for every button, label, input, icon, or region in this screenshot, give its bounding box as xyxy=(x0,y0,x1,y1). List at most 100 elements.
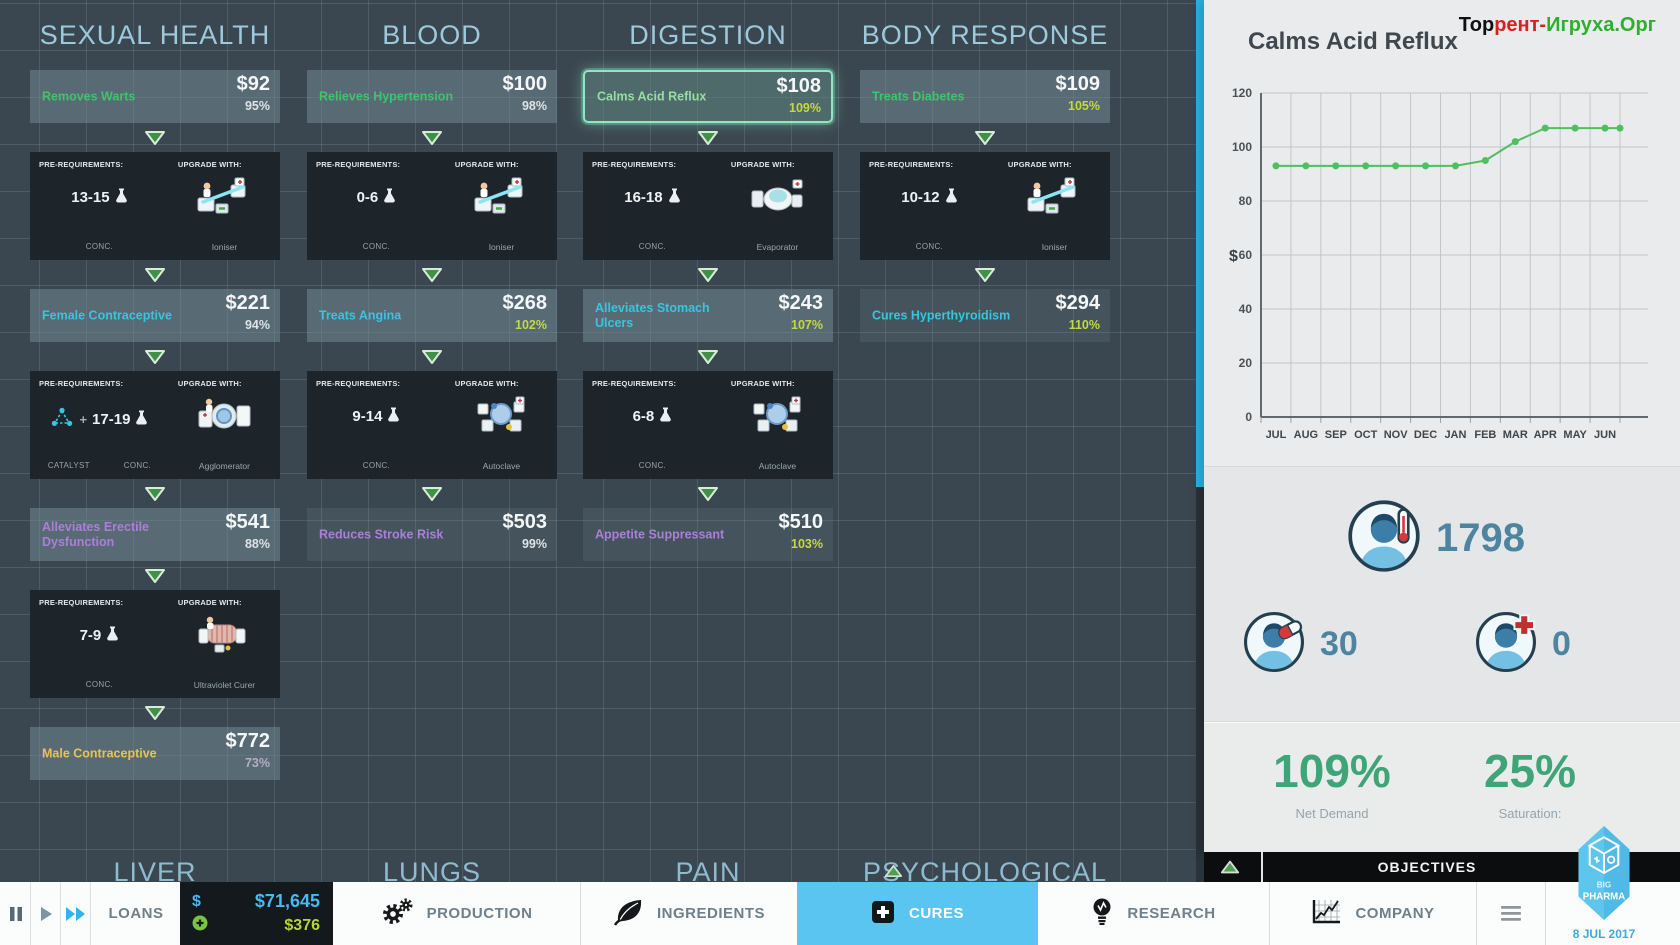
cure-card[interactable]: Female Contraceptive $221 94% xyxy=(30,289,280,342)
concentration-range: 13-15 xyxy=(30,188,169,207)
prereq-upgrade-box: PRE-REQUIREMENTS: 6-8 CONC. UPGRADE WITH: Au… xyxy=(583,371,833,479)
flow-down-arrow-icon xyxy=(30,123,280,152)
income-plus-icon xyxy=(192,915,208,936)
gears-icon xyxy=(381,898,413,929)
tab-company[interactable]: COMPANY xyxy=(1269,882,1476,945)
objectives-label: OBJECTIVES xyxy=(1377,859,1477,875)
company-chart-icon xyxy=(1311,899,1341,928)
tab-production[interactable]: PRODUCTION xyxy=(333,882,580,945)
concentration-value: 6-8 xyxy=(632,408,655,425)
stat-value: 30 xyxy=(1320,625,1358,663)
conc-label: CONC. xyxy=(915,242,944,251)
cure-price: $92 xyxy=(236,73,270,95)
concentration-value: 9-14 xyxy=(352,408,383,425)
conc-label: CONC. xyxy=(362,461,391,470)
scroll-up-indicator[interactable] xyxy=(884,863,903,882)
cure-demand-percent: 95% xyxy=(244,99,270,113)
category-column: BLOOD Relieves Hypertension $100 98% PRE-REQ… xyxy=(307,20,557,882)
flow-down-arrow-icon xyxy=(860,123,1110,152)
concentration-range: 0-6 xyxy=(307,188,446,207)
cure-price: $109 xyxy=(1055,73,1101,95)
machine-name: Ioniser xyxy=(211,242,238,252)
tab-label: INGREDIENTS xyxy=(656,905,765,922)
loans-button[interactable]: LOANS xyxy=(92,882,180,945)
objectives-expand-icon[interactable] xyxy=(1220,859,1240,880)
scrollbar-thumb[interactable] xyxy=(1196,0,1204,487)
cure-price: $268 xyxy=(502,292,548,314)
pause-icon xyxy=(9,906,22,921)
svg-text:OCT: OCT xyxy=(1354,429,1378,441)
prereq-label: PRE-REQUIREMENTS: xyxy=(316,379,401,388)
fast-forward-button[interactable] xyxy=(61,882,91,945)
menu-hamburger-button[interactable] xyxy=(1476,882,1546,945)
flask-icon xyxy=(115,188,128,207)
cure-name: Treats Diabetes xyxy=(872,89,965,103)
prereq-upgrade-box: PRE-REQUIREMENTS: 10-12 CONC. UPGRADE WITH:… xyxy=(860,152,1110,260)
cure-card-selected[interactable]: Calms Acid Reflux $108 109% xyxy=(583,70,833,123)
svg-text:MAY: MAY xyxy=(1563,429,1587,441)
watermark-part: Игруха.Орг xyxy=(1546,14,1656,36)
tab-cures-active[interactable]: CURES xyxy=(797,882,1038,945)
conc-label: CONC. xyxy=(638,461,667,470)
cure-card[interactable]: Treats Diabetes $109 105% xyxy=(860,70,1110,123)
tab-research[interactable]: RESEARCH xyxy=(1038,882,1269,945)
loans-label: LOANS xyxy=(108,905,164,922)
cure-price: $108 xyxy=(776,75,822,97)
bottom-toolbar: LOANS $ $71,645 $376 PRODUCTION INGREDIE… xyxy=(0,882,1680,945)
cure-card[interactable]: Cures Hyperthyroidism $294 110% xyxy=(860,289,1110,342)
pause-button[interactable] xyxy=(1,882,31,945)
cure-price: $541 xyxy=(225,511,271,533)
prereq-upgrade-box: PRE-REQUIREMENTS: 0-6 CONC. UPGRADE WITH: Io… xyxy=(307,152,557,260)
concentration-value: 10-12 xyxy=(901,189,940,206)
flask-icon xyxy=(106,626,119,645)
machine-name: Autoclave xyxy=(482,461,521,471)
cure-price: $503 xyxy=(502,511,548,533)
svg-text:FEB: FEB xyxy=(1474,429,1496,441)
person-cross-icon xyxy=(1474,610,1538,679)
cure-card[interactable]: Reduces Stroke Risk $503 99% xyxy=(307,508,557,561)
cure-card[interactable]: Appetite Suppressant $510 103% xyxy=(583,508,833,561)
cure-price: $243 xyxy=(778,292,824,314)
cure-price: $294 xyxy=(1055,292,1101,314)
cure-demand-percent: 94% xyxy=(244,318,270,332)
flow-down-arrow-icon xyxy=(583,260,833,289)
patients-treated-stat: 30 xyxy=(1242,610,1358,679)
tab-label: CURES xyxy=(908,905,964,922)
cure-detail-panel: 0 20 40 60 80 100 120 JUL AUG SEP OCT NOV DEC JAN FEB M… xyxy=(1204,0,1680,853)
upgrade-with: UPGRADE WITH: Ioniser xyxy=(446,152,557,260)
play-button[interactable] xyxy=(31,882,61,945)
prereq-label: PRE-REQUIREMENTS: xyxy=(39,379,124,388)
pre-requirements: PRE-REQUIREMENTS: 13-15 CONC. xyxy=(30,152,169,260)
tab-ingredients[interactable]: INGREDIENTS xyxy=(580,882,797,945)
site-watermark: Торрент-Игруха.Орг xyxy=(1459,14,1656,37)
category-column: DIGESTION Calms Acid Reflux $108 109% PRE-RE… xyxy=(583,20,833,882)
cure-card[interactable]: Alleviates Stomach Ulcers $243 107% xyxy=(583,289,833,342)
prereq-label: PRE-REQUIREMENTS: xyxy=(316,160,401,169)
board-scrollbar[interactable] xyxy=(1196,0,1204,882)
big-pharma-badge: BIG PHARMA xyxy=(1578,826,1630,920)
cure-demand-percent: 109% xyxy=(789,101,821,115)
flow-down-arrow-icon xyxy=(860,260,1110,289)
money-display: $ $71,645 $376 xyxy=(180,882,333,945)
cure-card[interactable]: Relieves Hypertension $100 98% xyxy=(307,70,557,123)
pre-requirements: PRE-REQUIREMENTS: 10-12 CONC. xyxy=(860,152,999,260)
svg-text:20: 20 xyxy=(1239,356,1253,370)
machine-name: Ioniser xyxy=(1041,242,1068,252)
prereq-label: PRE-REQUIREMENTS: xyxy=(39,598,124,607)
prereq-upgrade-box: PRE-REQUIREMENTS: 16-18 CONC. UPGRADE WITH:… xyxy=(583,152,833,260)
flow-down-arrow-icon xyxy=(583,123,833,152)
flow-down-arrow-icon xyxy=(30,698,280,727)
cure-card[interactable]: Treats Angina $268 102% xyxy=(307,289,557,342)
category-title: SEXUAL HEALTH xyxy=(39,20,271,50)
prereq-label: PRE-REQUIREMENTS: xyxy=(869,160,954,169)
patients-with-condition-stat: 1798 xyxy=(1346,498,1525,579)
cure-name: Calms Acid Reflux xyxy=(597,89,707,103)
concentration-value: 7-9 xyxy=(79,627,102,644)
catalyst-icon xyxy=(50,407,74,431)
conc-label: CONC. xyxy=(85,680,114,689)
cure-card[interactable]: Male Contraceptive $772 73% xyxy=(30,727,280,780)
cure-card[interactable]: Alleviates Erectile Dysfunction $541 88% xyxy=(30,508,280,561)
big-pharma-app: SEXUAL HEALTH Removes Warts $92 95% PRE-REQU… xyxy=(0,0,1680,945)
patients-emergency-stat: 0 xyxy=(1474,610,1571,679)
cure-card[interactable]: Removes Warts $92 95% xyxy=(30,70,280,123)
